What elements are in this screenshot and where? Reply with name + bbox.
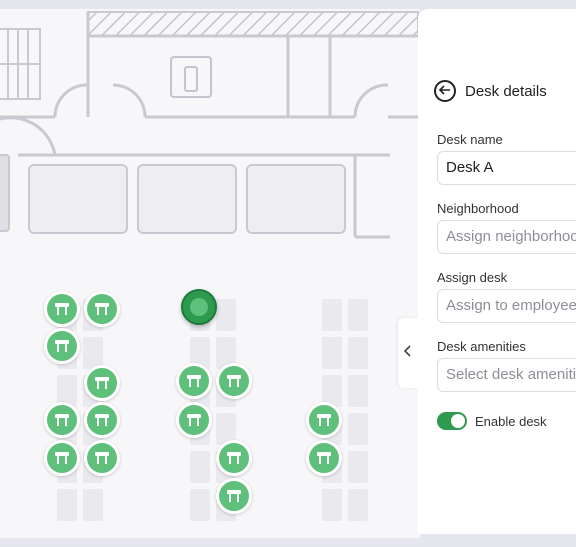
desk-marker[interactable] [44, 402, 80, 438]
enable-desk-toggle[interactable] [437, 412, 467, 430]
desk-marker[interactable] [216, 478, 252, 514]
desk-marker[interactable] [84, 365, 120, 401]
desk-icon [94, 413, 110, 427]
enable-desk-row: Enable desk [437, 412, 547, 430]
desk-marker[interactable] [84, 440, 120, 476]
toggle-knob [451, 414, 465, 428]
collapse-panel-button[interactable] [398, 318, 418, 388]
desk-icon [316, 451, 332, 465]
panel-title: Desk details [465, 82, 547, 100]
desk-marker[interactable] [84, 291, 120, 327]
selected-desk-dot [190, 298, 208, 316]
desk-icon [226, 374, 242, 388]
desk-marker[interactable] [44, 291, 80, 327]
desk-marker[interactable] [216, 363, 252, 399]
neighborhood-label: Neighborhood [437, 201, 519, 216]
desk-icon [186, 374, 202, 388]
desk-icon [186, 413, 202, 427]
desk-marker[interactable] [176, 402, 212, 438]
desk-amenities-select[interactable]: Select desk amenities [437, 358, 576, 392]
neighborhood-input[interactable]: Assign neighborhood [437, 220, 576, 254]
enable-desk-label: Enable desk [475, 413, 547, 429]
desk-icon [94, 451, 110, 465]
assign-desk-label: Assign desk [437, 270, 508, 285]
panel-header: Desk details [434, 80, 547, 102]
desk-icon [316, 413, 332, 427]
back-button[interactable] [434, 80, 456, 102]
desk-icon [226, 451, 242, 465]
desk-icon [54, 339, 70, 353]
desk-marker[interactable] [306, 402, 342, 438]
desk-marker[interactable] [176, 363, 212, 399]
desk-amenities-label: Desk amenities [437, 339, 526, 354]
desk-details-panel: Desk details Desk name Desk A Neighborho… [418, 9, 576, 534]
arrow-left-icon [438, 82, 451, 100]
floor-map[interactable] [0, 9, 420, 538]
desk-icon [226, 489, 242, 503]
desk-name-label: Desk name [437, 132, 503, 147]
chevron-left-icon [403, 344, 412, 362]
assign-desk-input[interactable]: Assign to employee [437, 289, 576, 323]
desk-marker[interactable] [44, 440, 80, 476]
desk-marker[interactable] [306, 440, 342, 476]
desk-icon [94, 376, 110, 390]
desk-icon [54, 413, 70, 427]
desk-icon [54, 451, 70, 465]
desk-icon [54, 302, 70, 316]
desk-marker[interactable] [84, 402, 120, 438]
desk-marker[interactable] [44, 328, 80, 364]
selected-desk-marker[interactable] [181, 289, 217, 325]
desk-marker[interactable] [216, 440, 252, 476]
desk-icon [94, 302, 110, 316]
desk-name-input[interactable]: Desk A [437, 151, 576, 185]
